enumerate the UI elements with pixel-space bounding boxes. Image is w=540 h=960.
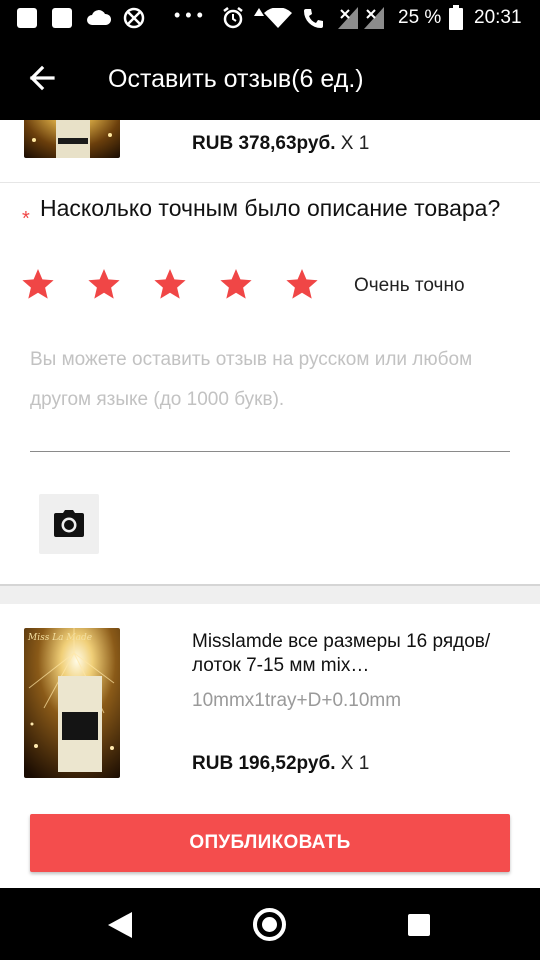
product-thumbnail <box>24 120 120 158</box>
alarm-icon <box>223 7 243 29</box>
publish-button[interactable]: ОПУБЛИКОВАТЬ <box>30 814 510 872</box>
input-underline <box>30 451 510 452</box>
arrow-left-icon[interactable] <box>22 58 62 98</box>
star-icon[interactable] <box>284 266 320 302</box>
star-icon[interactable] <box>86 266 122 302</box>
item-price: RUB 196,52руб. <box>192 753 336 774</box>
rating-question: Насколько точным было описание товара? <box>40 195 501 221</box>
nav-back-icon[interactable] <box>106 910 134 940</box>
wifi-icon <box>264 8 292 28</box>
signal-icon <box>364 7 384 29</box>
section-separator <box>0 584 540 604</box>
data-icon <box>254 8 264 16</box>
review-content[interactable]: RUB 378,63руб. X 1 * Насколько точным бы… <box>0 120 540 888</box>
product-variant: 10mmx1tray+D+0.10mm <box>192 690 402 711</box>
svg-text:Miss La Made: Miss La Made <box>27 633 92 643</box>
page-title: Оставить отзыв(6 ед.) <box>108 65 364 93</box>
cloud-icon <box>87 10 112 25</box>
review-text-input[interactable]: Вы можете оставить отзыв на русском или … <box>30 340 500 420</box>
more-icon: • • • <box>174 5 203 25</box>
notification-square-icon <box>52 8 72 28</box>
notification-square-icon <box>17 8 37 28</box>
battery-percent: 25 % <box>398 7 442 28</box>
item-quantity: X 1 <box>340 133 370 154</box>
add-photo-button[interactable] <box>39 494 99 554</box>
wifi-off-icon <box>123 7 145 29</box>
nav-home-icon[interactable] <box>253 908 286 941</box>
item-quantity: X 1 <box>340 753 370 774</box>
divider <box>0 182 540 183</box>
clock: 20:31 <box>474 7 522 28</box>
rating-label: Очень точно <box>354 275 465 296</box>
navigation-bar <box>0 888 540 960</box>
call-icon <box>304 9 323 28</box>
item-price: RUB 378,63руб. <box>192 133 336 154</box>
star-icon[interactable] <box>152 266 188 302</box>
signal-icon <box>338 7 358 29</box>
required-mark: * <box>22 208 30 230</box>
nav-recents-icon[interactable] <box>408 914 430 936</box>
product-thumbnail: Miss La Made <box>24 628 120 778</box>
app-bar: Оставить отзыв(6 ед.) <box>0 36 540 120</box>
status-bar: • • • 25 % 20:31 <box>0 0 540 36</box>
item-price-row: RUB 378,63руб. X 1 <box>192 132 369 156</box>
star-icon[interactable] <box>20 266 56 302</box>
product-title: Misslamde все размеры 16 рядов/лоток 7-1… <box>192 631 491 676</box>
battery-icon <box>449 5 463 30</box>
camera-icon <box>54 510 84 537</box>
star-icon[interactable] <box>218 266 254 302</box>
item-price-row: RUB 196,52руб. X 1 <box>192 752 369 776</box>
